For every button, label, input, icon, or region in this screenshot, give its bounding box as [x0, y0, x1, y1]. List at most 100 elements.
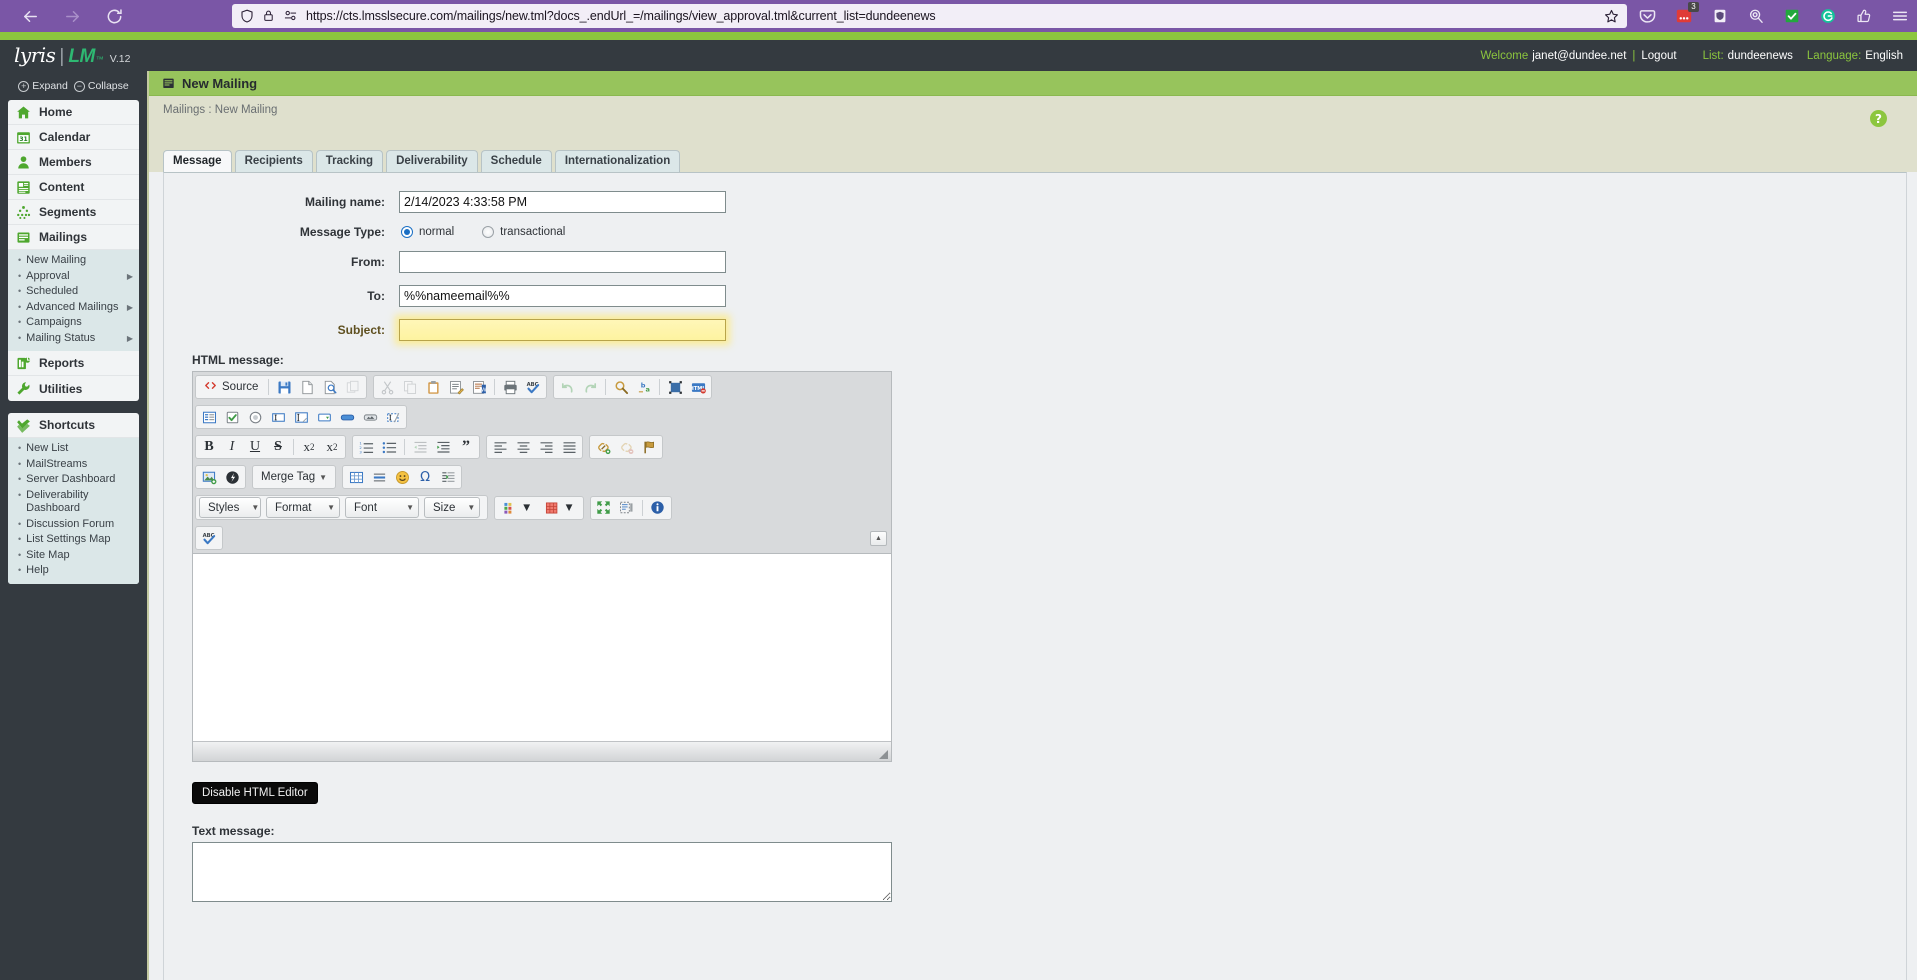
reload-icon[interactable] — [104, 6, 124, 26]
star-icon[interactable] — [1604, 9, 1619, 24]
subnav-item-mailing-status[interactable]: • Mailing Status ▶ — [8, 331, 139, 347]
insert-table-button[interactable] — [345, 467, 367, 487]
italic-button[interactable]: I — [221, 437, 243, 457]
background-color-button[interactable]: ▼ — [539, 498, 580, 518]
image-button-field-button[interactable] — [359, 407, 381, 427]
cut-button[interactable] — [376, 377, 398, 397]
shortcut-item-discussion-forum[interactable]: • Discussion Forum — [8, 517, 139, 533]
adblock-icon[interactable]: 3 — [1674, 1, 1699, 26]
blockquote-button[interactable]: ” — [455, 437, 477, 457]
subnav-item-approval[interactable]: • Approval ▶ — [8, 269, 139, 285]
subscript-button[interactable]: x2 — [298, 437, 320, 457]
sidebar-item-shortcuts[interactable]: Shortcuts — [8, 413, 139, 438]
source-button[interactable]: Source — [198, 377, 264, 397]
templates-button[interactable] — [342, 377, 364, 397]
merge-tag-dropdown[interactable]: Merge Tag ▼ — [255, 467, 333, 487]
find-button[interactable] — [610, 377, 632, 397]
textarea-button[interactable] — [290, 407, 312, 427]
form-button[interactable] — [198, 407, 220, 427]
link-button[interactable] — [592, 437, 614, 457]
about-button[interactable] — [647, 498, 669, 518]
help-question-icon[interactable]: ? — [1870, 110, 1887, 127]
hamburger-menu-icon[interactable] — [1890, 7, 1909, 26]
omega-special-char-button[interactable]: Ω — [414, 467, 436, 487]
radio-transactional[interactable]: transactional — [482, 226, 565, 238]
underline-button[interactable]: U — [244, 437, 266, 457]
forward-arrow-icon[interactable] — [62, 6, 82, 26]
radio-normal-indicator[interactable] — [401, 226, 413, 238]
from-input[interactable] — [399, 251, 726, 273]
font-dropdown[interactable]: Font ▼ — [345, 497, 419, 518]
search-magnifier-icon[interactable] — [1746, 7, 1765, 26]
find-replace-button[interactable]: ba — [633, 377, 655, 397]
expand-control[interactable]: + Expand — [18, 80, 68, 92]
paste-button[interactable] — [422, 377, 444, 397]
hidden-field-button[interactable] — [382, 407, 404, 427]
shortcut-item-mailstreams[interactable]: • MailStreams — [8, 457, 139, 473]
align-left-button[interactable] — [489, 437, 511, 457]
smiley-button[interactable] — [391, 467, 413, 487]
logout-link[interactable]: Logout — [1641, 50, 1676, 62]
remove-html-format-button[interactable]: HTML — [687, 377, 709, 397]
radio-button-field-button[interactable] — [244, 407, 266, 427]
tab-recipients[interactable]: Recipients — [234, 150, 313, 172]
sidebar-item-members[interactable]: Members — [8, 150, 139, 175]
text-field-button[interactable] — [267, 407, 289, 427]
dropdown-select-button[interactable] — [313, 407, 335, 427]
select-all-button[interactable] — [664, 377, 686, 397]
shield-icon[interactable] — [240, 9, 254, 23]
privacy-shield-icon[interactable] — [1710, 7, 1729, 26]
text-color-button[interactable]: ▼ — [497, 498, 538, 518]
radio-transactional-indicator[interactable] — [482, 226, 495, 238]
superscript-button[interactable]: x2 — [321, 437, 343, 457]
copy-button[interactable] — [399, 377, 421, 397]
shortcut-item-site-map[interactable]: • Site Map — [8, 548, 139, 564]
sidebar-item-utilities[interactable]: Utilities — [8, 376, 139, 401]
undo-button[interactable] — [556, 377, 578, 397]
tab-internationalization[interactable]: Internationalization — [554, 150, 681, 172]
shortcut-item-deliverability-dashboard[interactable]: • Deliverability Dashboard — [8, 488, 139, 517]
show-blocks-button[interactable] — [616, 498, 638, 518]
paste-plain-text-button[interactable] — [445, 377, 467, 397]
flash-button[interactable] — [221, 467, 243, 487]
align-justify-button[interactable] — [558, 437, 580, 457]
bold-button[interactable]: B — [198, 437, 220, 457]
new-page-button[interactable] — [296, 377, 318, 397]
strikethrough-button[interactable]: S — [267, 437, 289, 457]
tab-deliverability[interactable]: Deliverability — [386, 150, 478, 172]
to-input[interactable] — [399, 285, 726, 307]
tab-schedule[interactable]: Schedule — [480, 150, 552, 172]
grammarly-icon[interactable] — [1818, 7, 1837, 26]
sidebar-item-content[interactable]: Content — [8, 175, 139, 200]
permissions-icon[interactable] — [284, 9, 298, 23]
sidebar-item-reports[interactable]: Reports — [8, 351, 139, 376]
subject-input[interactable] — [399, 319, 726, 341]
horizontal-rule-button[interactable] — [368, 467, 390, 487]
bulleted-list-button[interactable] — [378, 437, 400, 457]
shortcut-item-new-list[interactable]: • New List — [8, 441, 139, 457]
size-dropdown[interactable]: Size ▼ — [424, 497, 480, 518]
styles-dropdown[interactable]: Styles ▼ — [199, 497, 261, 518]
html-editor-body[interactable] — [193, 553, 891, 741]
indent-button[interactable] — [432, 437, 454, 457]
thumbs-up-icon[interactable] — [1854, 7, 1873, 26]
checkmark-extension-icon[interactable] — [1782, 7, 1801, 26]
outdent-button[interactable] — [409, 437, 431, 457]
format-dropdown[interactable]: Format ▼ — [266, 497, 340, 518]
address-bar[interactable]: https://cts.lmsslsecure.com/mailings/new… — [232, 4, 1627, 28]
disable-html-editor-button[interactable]: Disable HTML Editor — [192, 782, 318, 804]
subnav-item-scheduled[interactable]: • Scheduled — [8, 284, 139, 300]
text-message-textarea[interactable] — [192, 842, 892, 902]
shortcut-item-server-dashboard[interactable]: • Server Dashboard — [8, 472, 139, 488]
collapse-control[interactable]: − Collapse — [73, 80, 129, 92]
radio-normal[interactable]: normal — [401, 226, 454, 238]
subnav-item-advanced-mailings[interactable]: • Advanced Mailings ▶ — [8, 300, 139, 316]
sidebar-item-mailings[interactable]: Mailings — [8, 225, 139, 250]
mailing-name-input[interactable] — [399, 191, 726, 213]
numbered-list-button[interactable]: 123 — [355, 437, 377, 457]
insert-image-button[interactable] — [198, 467, 220, 487]
shortcut-item-list-settings-map[interactable]: • List Settings Map — [8, 532, 139, 548]
anchor-flag-button[interactable] — [638, 437, 660, 457]
tab-message[interactable]: Message — [163, 150, 232, 172]
spellcheck-as-you-type-button[interactable]: ABC — [198, 528, 220, 548]
